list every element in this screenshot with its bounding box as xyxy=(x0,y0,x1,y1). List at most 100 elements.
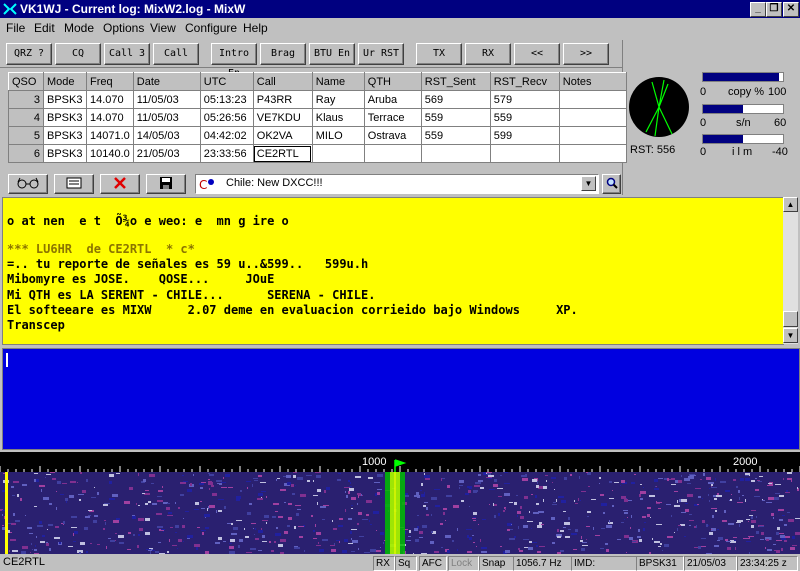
cell-freq[interactable]: 14.070 xyxy=(86,108,134,127)
cell-qth[interactable]: Terrace xyxy=(363,108,422,127)
status-frequency[interactable]: 1056.7 Hz xyxy=(513,556,572,571)
status-mode[interactable]: BPSK31 xyxy=(636,556,684,571)
macro-call3-button[interactable]: Call 3 xyxy=(104,43,150,65)
macro-brag-button[interactable]: Brag xyxy=(260,43,306,65)
terminal-scrollbar[interactable]: ▲ ▼ xyxy=(783,197,798,344)
cell-utc[interactable]: 23:33:56 xyxy=(199,144,254,163)
next-page-button[interactable]: >> xyxy=(563,43,609,65)
cell-mode[interactable]: BPSK3 xyxy=(43,126,87,145)
macro-intro-button[interactable]: Intro En xyxy=(211,43,257,79)
minimize-button[interactable]: _ xyxy=(750,2,766,17)
search-button[interactable] xyxy=(602,174,621,194)
cell-date[interactable]: 21/05/03 xyxy=(132,144,201,163)
table-row[interactable]: 6 BPSK3 10140.0 21/05/03 23:33:56 CE2RTL xyxy=(8,144,627,163)
macro-cq-button[interactable]: CQ xyxy=(55,43,101,65)
receive-terminal[interactable]: o at nen e t Õ¾o e weo: e mn g ire o ***… xyxy=(2,197,784,345)
col-mode[interactable]: Mode xyxy=(43,72,87,91)
cell-notes[interactable] xyxy=(558,108,627,127)
col-date[interactable]: Date xyxy=(132,72,201,91)
col-call[interactable]: Call xyxy=(252,72,313,91)
cell-notes[interactable] xyxy=(558,126,627,145)
cell-rst-recv[interactable]: 579 xyxy=(489,90,560,109)
waterfall-display[interactable] xyxy=(0,472,800,556)
cell-utc[interactable]: 05:26:56 xyxy=(199,108,254,127)
cell-date[interactable]: 11/05/03 xyxy=(132,108,201,127)
cell-rst-recv[interactable] xyxy=(489,144,560,163)
table-row[interactable]: 3 BPSK3 14.070 11/05/03 05:13:23 P43RR R… xyxy=(8,90,627,109)
col-rst-recv[interactable]: RST_Recv xyxy=(489,72,560,91)
menu-edit[interactable]: Edit xyxy=(34,21,55,35)
menu-view[interactable]: View xyxy=(150,21,176,35)
status-afc[interactable]: AFC xyxy=(419,556,447,571)
cell-date[interactable]: 14/05/03 xyxy=(132,126,201,145)
cell-qth[interactable]: Aruba xyxy=(363,90,422,109)
menu-help[interactable]: Help xyxy=(243,21,268,35)
table-row[interactable]: 4 BPSK3 14.070 11/05/03 05:26:56 VE7KDU … xyxy=(8,108,627,127)
cell-date[interactable]: 11/05/03 xyxy=(132,90,201,109)
combo-dropdown-button[interactable]: ▼ xyxy=(581,176,596,191)
cell-name[interactable]: Ray xyxy=(311,90,365,109)
table-row[interactable]: 5 BPSK3 14071.0 14/05/03 04:42:02 OK2VA … xyxy=(8,126,627,145)
status-lock[interactable]: Lock xyxy=(448,556,479,571)
cell-call-editing[interactable]: CE2RTL xyxy=(252,144,313,163)
col-rst-sent[interactable]: RST_Sent xyxy=(420,72,491,91)
cell-mode[interactable]: BPSK3 xyxy=(43,108,87,127)
col-qth[interactable]: QTH xyxy=(363,72,422,91)
cell-mode[interactable]: BPSK3 xyxy=(43,90,87,109)
col-qso[interactable]: QSO xyxy=(8,72,44,91)
cell-rst-recv[interactable]: 599 xyxy=(489,126,560,145)
col-name[interactable]: Name xyxy=(311,72,365,91)
status-squelch[interactable]: Sq xyxy=(395,556,417,571)
save-qso-button[interactable] xyxy=(146,174,186,194)
cell-freq[interactable]: 14071.0 xyxy=(86,126,134,145)
transmit-text-area[interactable] xyxy=(2,348,800,450)
cell-utc[interactable]: 05:13:23 xyxy=(199,90,254,109)
cell-rst-sent[interactable]: 569 xyxy=(420,90,491,109)
menu-mode[interactable]: Mode xyxy=(64,21,94,35)
cell-call[interactable]: OK2VA xyxy=(252,126,313,145)
cell-qth[interactable]: Ostrava xyxy=(363,126,422,145)
delete-qso-button[interactable] xyxy=(100,174,140,194)
scroll-down-button[interactable]: ▼ xyxy=(783,328,798,343)
cell-rst-sent[interactable]: 559 xyxy=(420,108,491,127)
prev-page-button[interactable]: << xyxy=(514,43,560,65)
status-snap[interactable]: Snap xyxy=(479,556,514,571)
cell-name[interactable] xyxy=(311,144,365,163)
cell-rst-recv[interactable]: 559 xyxy=(489,108,560,127)
col-utc[interactable]: UTC xyxy=(199,72,254,91)
log-edit-button[interactable] xyxy=(54,174,94,194)
tx-button[interactable]: TX xyxy=(416,43,462,65)
close-button[interactable]: ✕ xyxy=(783,2,799,17)
cell-notes[interactable] xyxy=(558,144,627,163)
waterfall-scale[interactable]: 1000 2000 xyxy=(0,452,800,472)
maximize-button[interactable]: ❐ xyxy=(766,2,782,17)
cell-name[interactable]: Klaus xyxy=(311,108,365,127)
lookup-button[interactable] xyxy=(8,174,48,194)
waterfall-noise-pixel xyxy=(489,504,490,505)
status-rx[interactable]: RX xyxy=(373,556,395,571)
cell-rst-sent[interactable]: 559 xyxy=(420,126,491,145)
scroll-up-button[interactable]: ▲ xyxy=(783,197,798,212)
menu-configure[interactable]: Configure xyxy=(185,21,237,35)
macro-qrz-button[interactable]: QRZ ? xyxy=(6,43,52,65)
macro-ur-rst-button[interactable]: Ur RST xyxy=(358,43,404,65)
menu-file[interactable]: File xyxy=(6,21,25,35)
dxcc-info-combo[interactable]: C Chile: New DXCC!!! ▼ xyxy=(195,174,599,194)
col-freq[interactable]: Freq xyxy=(86,72,134,91)
cell-notes[interactable] xyxy=(558,90,627,109)
cell-freq[interactable]: 14.070 xyxy=(86,90,134,109)
cell-name[interactable]: MILO xyxy=(311,126,365,145)
col-notes[interactable]: Notes xyxy=(558,72,627,91)
scroll-thumb[interactable] xyxy=(783,311,798,327)
cell-mode[interactable]: BPSK3 xyxy=(43,144,87,163)
menu-options[interactable]: Options xyxy=(103,21,144,35)
rx-button[interactable]: RX xyxy=(465,43,511,65)
cell-freq[interactable]: 10140.0 xyxy=(86,144,134,163)
macro-call-button[interactable]: Call xyxy=(153,43,199,65)
cell-qth[interactable] xyxy=(363,144,422,163)
cell-rst-sent[interactable] xyxy=(420,144,491,163)
macro-btu-button[interactable]: BTU En xyxy=(309,43,355,65)
cell-utc[interactable]: 04:42:02 xyxy=(199,126,254,145)
cell-call[interactable]: VE7KDU xyxy=(252,108,313,127)
cell-call[interactable]: P43RR xyxy=(252,90,313,109)
